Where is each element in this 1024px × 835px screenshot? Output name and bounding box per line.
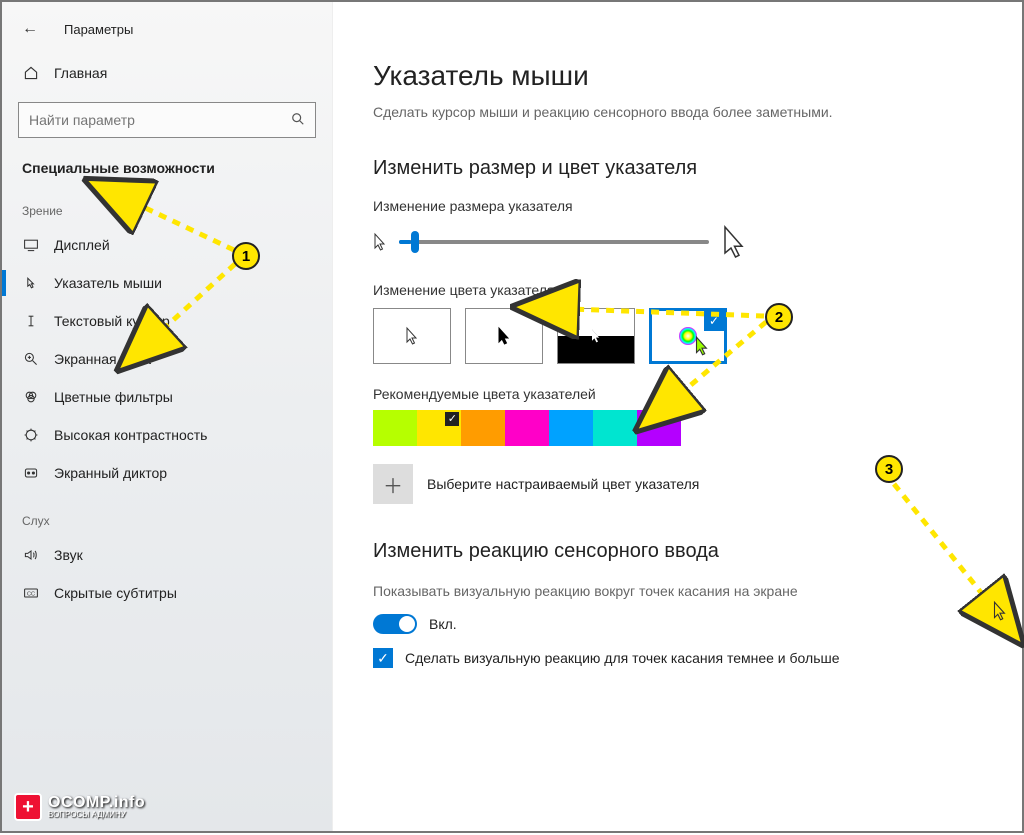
- nav-sound[interactable]: Звук: [2, 536, 332, 574]
- window-title: Параметры: [64, 22, 133, 37]
- page-title: Указатель мыши: [373, 60, 982, 92]
- nav-label: Указатель мыши: [54, 275, 162, 291]
- nav-label: Экранная лупа: [54, 351, 151, 367]
- color-swatch[interactable]: [549, 410, 593, 446]
- nav-home[interactable]: Главная: [2, 50, 332, 96]
- add-custom-color-button[interactable]: ＋: [373, 464, 413, 504]
- search-icon: [291, 112, 305, 129]
- nav-text-cursor[interactable]: Текстовый курсор: [2, 302, 332, 340]
- toggle-state-label: Вкл.: [429, 616, 457, 632]
- nav-label: Скрытые субтитры: [54, 585, 177, 601]
- color-option-custom[interactable]: ✓: [649, 308, 727, 364]
- nav-magnifier[interactable]: Экранная лупа: [2, 340, 332, 378]
- sound-icon: [22, 546, 40, 564]
- touch-feedback-toggle[interactable]: [373, 614, 417, 634]
- color-swatch[interactable]: [505, 410, 549, 446]
- watermark-logo: + OCOMP.info ВОПРОСЫ АДМИНУ: [14, 793, 145, 821]
- result-cursor-icon: [992, 600, 1008, 622]
- group-hearing-label: Слух: [2, 506, 332, 536]
- color-swatch[interactable]: [373, 410, 417, 446]
- color-swatch[interactable]: [637, 410, 681, 446]
- color-option-black[interactable]: [465, 308, 543, 364]
- nav-label: Высокая контрастность: [54, 427, 207, 443]
- display-icon: [22, 236, 40, 254]
- color-option-inverted[interactable]: [557, 308, 635, 364]
- annotation-2: 2: [765, 303, 793, 331]
- annotation-3: 3: [875, 455, 903, 483]
- nav-closed-captions[interactable]: CC Скрытые субтитры: [2, 574, 332, 612]
- nav-narrator[interactable]: Экранный диктор: [2, 454, 332, 492]
- color-swatch[interactable]: [593, 410, 637, 446]
- color-label: Изменение цвета указателя: [373, 282, 982, 298]
- colorfilter-icon: [22, 388, 40, 406]
- cursor-big-icon: [721, 224, 747, 260]
- search-input[interactable]: [29, 112, 264, 128]
- color-swatch[interactable]: [461, 410, 505, 446]
- section-size-color: Изменить размер и цвет указателя: [373, 157, 982, 180]
- color-swatch[interactable]: [417, 410, 461, 446]
- nav-display[interactable]: Дисплей: [2, 226, 332, 264]
- back-icon[interactable]: ←: [22, 20, 38, 38]
- section-title: Специальные возможности: [2, 156, 332, 196]
- cc-icon: CC: [22, 584, 40, 602]
- narrator-icon: [22, 464, 40, 482]
- check-icon: ✓: [704, 311, 724, 331]
- textcursor-icon: [22, 312, 40, 330]
- nav-label: Экранный диктор: [54, 465, 167, 481]
- logo-brand: OCOMP.info: [48, 795, 145, 811]
- annotation-1: 1: [232, 242, 260, 270]
- main-content: Указатель мыши Сделать курсор мыши и реа…: [332, 2, 1022, 831]
- nav-home-label: Главная: [54, 65, 107, 81]
- swatch-row: [373, 410, 982, 446]
- search-box[interactable]: [18, 102, 316, 138]
- darker-touch-checkbox[interactable]: ✓: [373, 648, 393, 668]
- logo-sub: ВОПРОСЫ АДМИНУ: [48, 811, 145, 819]
- pointer-size-slider[interactable]: [399, 240, 709, 244]
- nav-high-contrast[interactable]: Высокая контрастность: [2, 416, 332, 454]
- nav-mouse-pointer[interactable]: Указатель мыши: [2, 264, 332, 302]
- darker-touch-label: Сделать визуальную реакцию для точек кас…: [405, 648, 840, 669]
- svg-text:CC: CC: [27, 591, 35, 597]
- touch-desc: Показывать визуальную реакцию вокруг точ…: [373, 581, 873, 602]
- sidebar: ← Параметры Главная Специальные возможно…: [2, 2, 332, 831]
- home-icon: [22, 64, 40, 82]
- color-option-white[interactable]: [373, 308, 451, 364]
- recommended-label: Рекомендуемые цвета указателей: [373, 386, 982, 402]
- page-desc: Сделать курсор мыши и реакцию сенсорного…: [373, 102, 873, 123]
- custom-color-label: Выберите настраиваемый цвет указателя: [427, 476, 699, 492]
- contrast-icon: [22, 426, 40, 444]
- pointer-icon: [22, 274, 40, 292]
- cursor-small-icon: [373, 232, 387, 252]
- magnifier-icon: [22, 350, 40, 368]
- size-label: Изменение размера указателя: [373, 198, 982, 214]
- nav-label: Звук: [54, 547, 83, 563]
- nav-color-filters[interactable]: Цветные фильтры: [2, 378, 332, 416]
- nav-label: Дисплей: [54, 237, 110, 253]
- nav-label: Цветные фильтры: [54, 389, 173, 405]
- section-touch: Изменить реакцию сенсорного ввода: [373, 540, 982, 563]
- nav-label: Текстовый курсор: [54, 313, 170, 329]
- group-vision-label: Зрение: [2, 196, 332, 226]
- logo-plus-icon: +: [14, 793, 42, 821]
